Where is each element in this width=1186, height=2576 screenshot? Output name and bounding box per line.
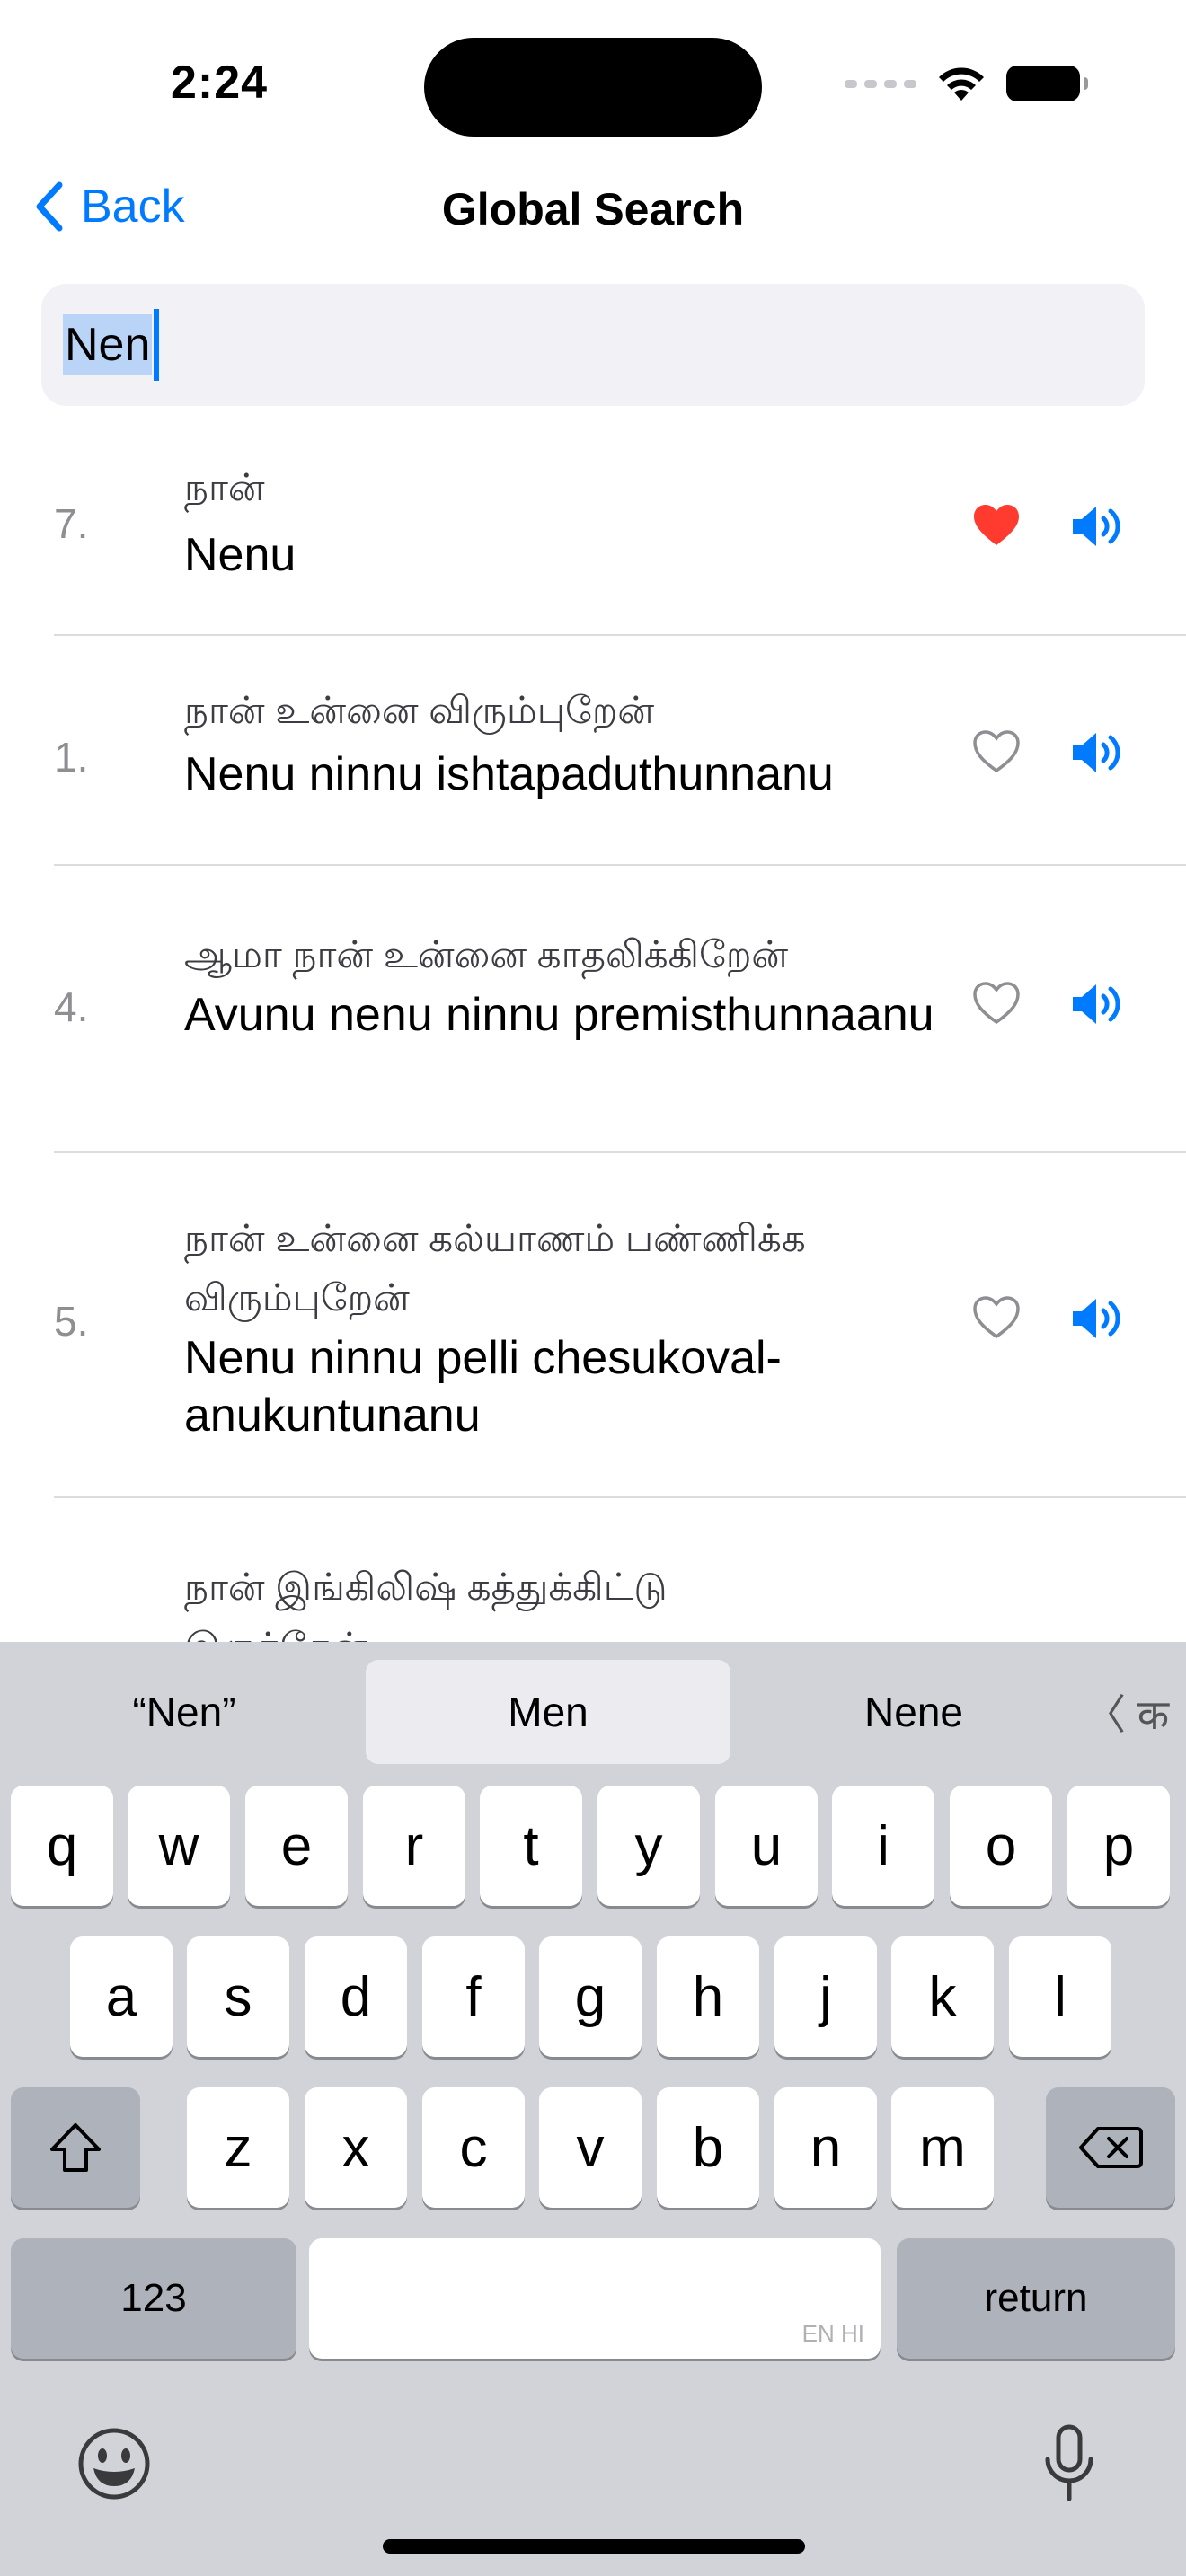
key-p[interactable]: p (1067, 1786, 1170, 1906)
heart-outline-icon[interactable] (972, 729, 1021, 774)
return-key[interactable]: return (897, 2238, 1175, 2359)
status-icons (845, 65, 1088, 102)
suggestion-nene[interactable]: Nene (746, 1660, 1082, 1764)
key-m[interactable]: m (891, 2087, 994, 2208)
speaker-icon[interactable] (1069, 981, 1127, 1028)
speaker-icon[interactable] (1069, 503, 1127, 550)
key-k[interactable]: k (891, 1936, 994, 2057)
emoji-icon[interactable] (77, 2427, 151, 2501)
space-language-label: EN HI (801, 2320, 864, 2347)
key-s[interactable]: s (187, 1936, 289, 2057)
shift-key[interactable] (11, 2087, 140, 2208)
result-telugu-text: Nenu ninnu pelli chesukoval-anukuntunanu (184, 1332, 782, 1442)
space-key[interactable]: EN HI (309, 2238, 881, 2359)
results-list: 7. நான் Nenu 1. நான் உன்னை விரும்புறேன் … (0, 420, 1186, 1678)
key-t[interactable]: t (480, 1786, 582, 1906)
keyboard: “Nen” Men Nene 〈 क q w e r t y u i o p a… (0, 1642, 1186, 2576)
key-a[interactable]: a (70, 1936, 173, 2057)
key-d[interactable]: d (305, 1936, 407, 2057)
key-z[interactable]: z (187, 2087, 289, 2208)
suggestion-quoted[interactable]: “Nen” (18, 1660, 350, 1764)
key-h[interactable]: h (657, 1936, 759, 2057)
heart-outline-icon[interactable] (972, 1295, 1021, 1340)
microphone-icon[interactable] (1042, 2423, 1096, 2504)
key-x[interactable]: x (305, 2087, 407, 2208)
key-q[interactable]: q (11, 1786, 113, 1906)
result-number: 4. (54, 984, 89, 1030)
key-c[interactable]: c (422, 2087, 525, 2208)
list-item[interactable]: 4. ஆமா நான் உன்னை காதலிக்கிறேன் Avunu ne… (0, 866, 1186, 1153)
key-v[interactable]: v (539, 2087, 642, 2208)
language-switch[interactable]: 〈 क (1082, 1660, 1172, 1764)
heart-outline-icon[interactable] (972, 981, 1021, 1026)
heart-filled-icon[interactable] (972, 503, 1021, 548)
key-y[interactable]: y (597, 1786, 700, 1906)
text-caret (154, 309, 160, 381)
delete-backspace-icon (1079, 2127, 1143, 2168)
dynamic-island (424, 38, 762, 137)
key-w[interactable]: w (128, 1786, 230, 1906)
speaker-icon[interactable] (1069, 1295, 1127, 1342)
key-i[interactable]: i (832, 1786, 934, 1906)
suggestion-men[interactable]: Men (366, 1660, 730, 1764)
list-item[interactable]: 1. நான் உன்னை விரும்புறேன் Nenu ninnu is… (0, 636, 1186, 866)
result-tamil-text: நான் உன்னை விரும்புறேன் (184, 689, 655, 731)
speaker-icon[interactable] (1069, 729, 1127, 776)
search-input-value: Nen (63, 314, 153, 375)
result-tamil-text: ஆமா நான் உன்னை காதலிக்கிறேன் (184, 933, 789, 975)
screen: 2:24 Back Global Search Nen 7. நான் Nenu (0, 0, 1186, 2576)
delete-key[interactable] (1046, 2087, 1175, 2208)
result-number: 7. (54, 500, 89, 547)
list-item[interactable]: 7. நான் Nenu (0, 420, 1186, 636)
search-input[interactable]: Nen (41, 284, 1145, 406)
key-n[interactable]: n (774, 2087, 877, 2208)
key-u[interactable]: u (715, 1786, 818, 1906)
result-number: 5. (54, 1298, 89, 1345)
result-tamil-text: நான் உன்னை கல்யாணம் பண்ணிக்க விரும்புறேன… (184, 1217, 806, 1319)
shift-icon (50, 2123, 101, 2172)
home-indicator[interactable] (383, 2539, 805, 2554)
wifi-icon (939, 67, 984, 101)
page-title: Global Search (441, 184, 745, 234)
result-number: 1. (54, 734, 89, 781)
numbers-key[interactable]: 123 (11, 2238, 296, 2359)
key-f[interactable]: f (422, 1936, 525, 2057)
key-b[interactable]: b (657, 2087, 759, 2208)
result-telugu-text: Nenu (184, 529, 296, 581)
key-o[interactable]: o (950, 1786, 1052, 1906)
result-tamil-text: நான் (184, 466, 265, 508)
cellular-signal-icon (845, 79, 916, 88)
key-e[interactable]: e (245, 1786, 348, 1906)
battery-icon (1006, 66, 1088, 101)
key-r[interactable]: r (363, 1786, 465, 1906)
list-item[interactable]: 5. நான் உன்னை கல்யாணம் பண்ணிக்க விரும்பு… (0, 1153, 1186, 1498)
result-telugu-text: Nenu ninnu ishtapaduthunnanu (184, 748, 834, 800)
status-time: 2:24 (171, 57, 269, 109)
key-j[interactable]: j (774, 1936, 877, 2057)
key-g[interactable]: g (539, 1936, 642, 2057)
result-telugu-text: Avunu nenu ninnu premisthunnaanu (184, 989, 934, 1041)
key-l[interactable]: l (1009, 1936, 1111, 2057)
